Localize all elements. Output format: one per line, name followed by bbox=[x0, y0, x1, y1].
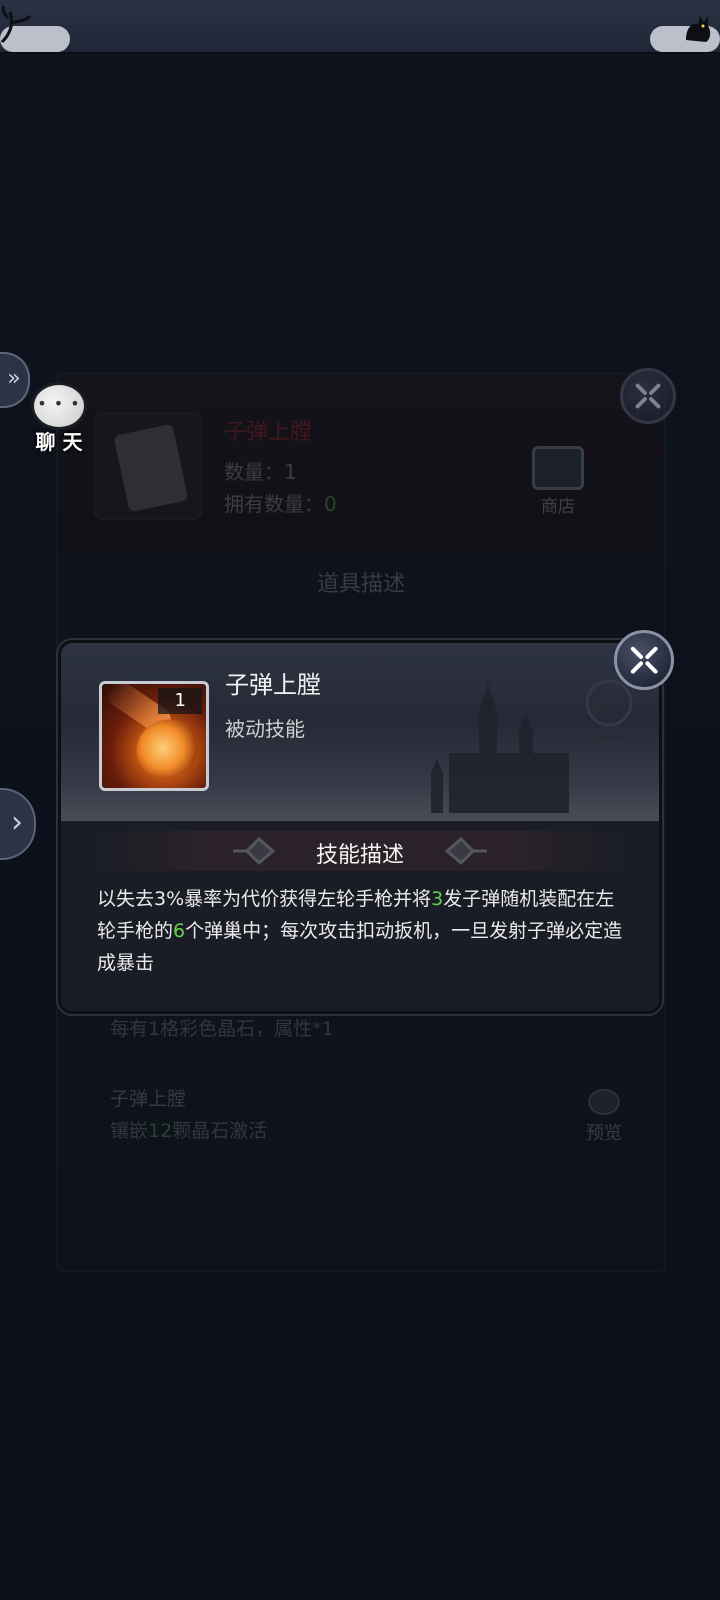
castle-silhouette-icon bbox=[431, 679, 636, 813]
skill-description-title: 技能描述 bbox=[315, 843, 404, 868]
chat-button[interactable]: • • • 聊 天 bbox=[28, 382, 90, 455]
chevron-right-icon: › bbox=[11, 805, 23, 840]
branch-decoration-left-icon bbox=[0, 5, 32, 44]
skill-description-text: 以失去3%暴率为代价获得左轮手枪并将3发子弹随机装配在左轮手枪的6个弹巢中；每次… bbox=[97, 888, 623, 974]
chat-label: 聊 天 bbox=[35, 430, 83, 454]
skill-popup-close-button[interactable] bbox=[614, 630, 674, 690]
skill-detail-popup: 1 子弹上膛 被动技能 技能描述 以失去3%暴率为代价获得左轮手枪并将3发子弹随… bbox=[58, 640, 662, 1014]
close-icon bbox=[630, 646, 658, 674]
skill-bullet-icon: 1 bbox=[99, 681, 209, 791]
skill-name: 子弹上膛 bbox=[225, 671, 321, 699]
chat-bubble-icon: • • • bbox=[31, 382, 87, 430]
skill-type: 被动技能 bbox=[225, 717, 305, 741]
skill-level: 1 bbox=[158, 688, 202, 714]
cat-silhouette-icon bbox=[686, 16, 711, 42]
double-chevron-right-icon: » bbox=[7, 366, 21, 391]
skill-header: 1 子弹上膛 被动技能 bbox=[61, 643, 659, 821]
item-panel-close-button[interactable] bbox=[620, 368, 676, 424]
skill-description-header: 技能描述 bbox=[61, 831, 659, 871]
close-icon bbox=[635, 383, 661, 409]
top-bar bbox=[0, 0, 720, 54]
